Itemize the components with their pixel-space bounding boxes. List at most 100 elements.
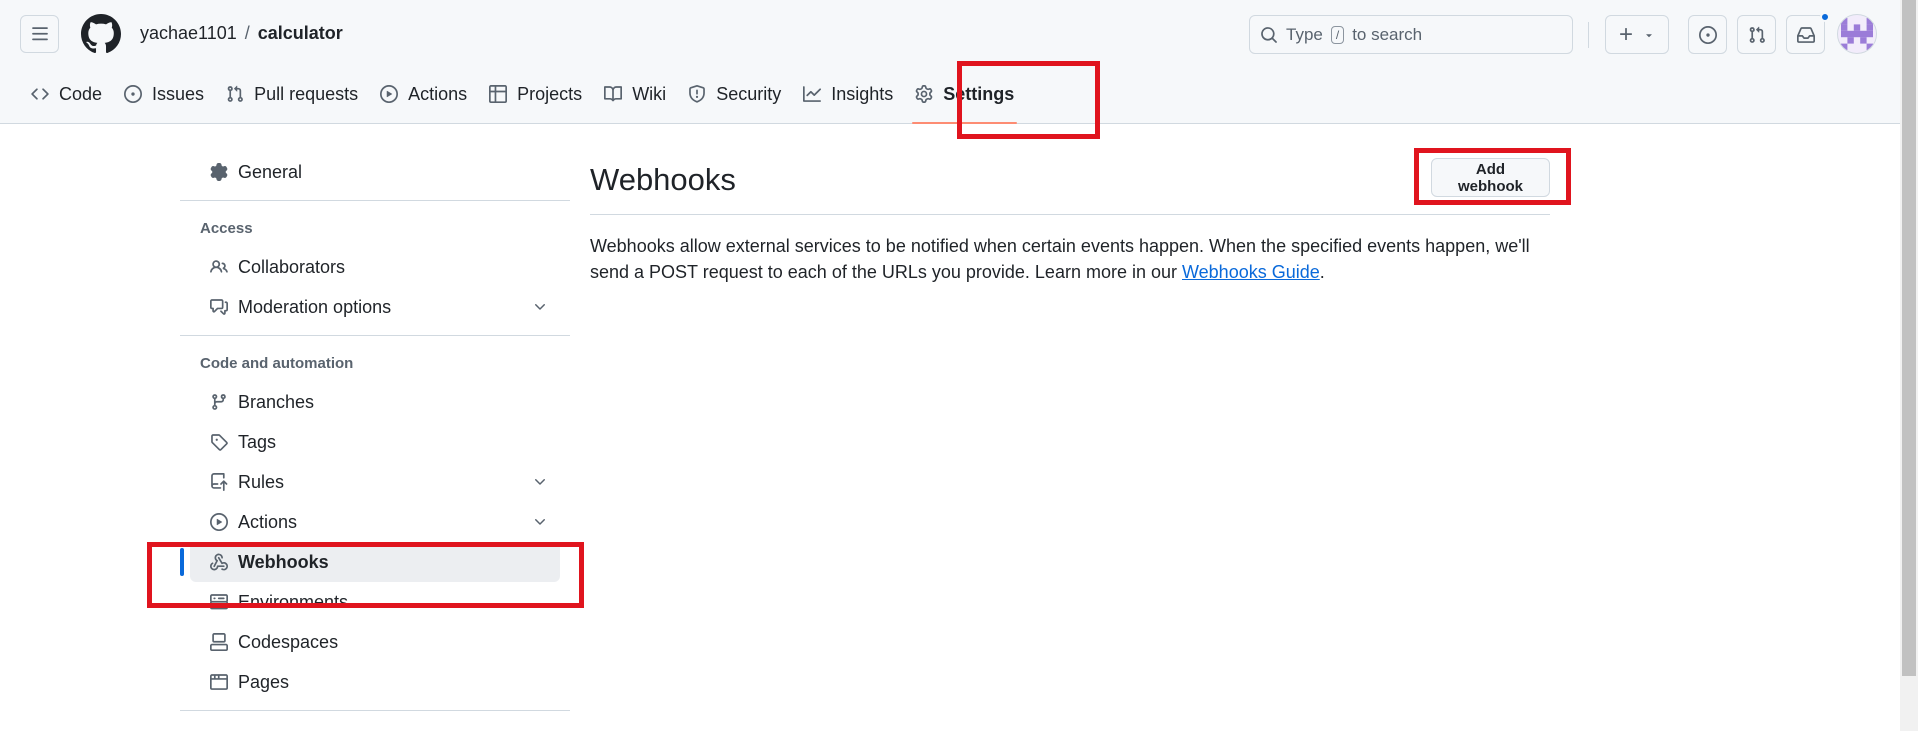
sidebar-divider bbox=[180, 335, 570, 336]
sidebar-item-pages[interactable]: Pages bbox=[190, 662, 560, 702]
sidebar-item-label: Tags bbox=[238, 431, 277, 452]
sidebar-item-label: Branches bbox=[238, 391, 315, 412]
git-branch-icon bbox=[212, 394, 226, 410]
tab-label: Settings bbox=[943, 83, 1015, 104]
sidebar-item-actions[interactable]: Actions bbox=[190, 502, 560, 542]
tab-label: Issues bbox=[152, 83, 205, 104]
settings-sidebar: General Access Collaborators Moderation … bbox=[180, 152, 570, 719]
sidebar-item-general[interactable]: General bbox=[190, 152, 560, 192]
tab-label: Wiki bbox=[632, 83, 667, 104]
tab-security[interactable]: Security bbox=[677, 70, 792, 118]
gear-icon bbox=[915, 85, 933, 103]
description-text: Webhooks allow external services to be n… bbox=[590, 236, 1530, 282]
table-icon bbox=[489, 85, 508, 103]
pull-request-icon bbox=[1749, 26, 1765, 43]
chevron-down-icon bbox=[535, 304, 545, 310]
tab-code[interactable]: Code bbox=[20, 70, 113, 118]
sidebar-item-branches[interactable]: Branches bbox=[190, 382, 560, 422]
issue-icon bbox=[124, 85, 143, 103]
tab-label: Insights bbox=[831, 83, 894, 104]
webhooks-guide-link[interactable]: Webhooks Guide bbox=[1182, 262, 1320, 282]
tag-icon bbox=[211, 434, 228, 451]
repo-tabs: Code Issues Pull requests Actions Projec… bbox=[20, 70, 1025, 124]
server-icon bbox=[210, 594, 228, 610]
tab-insights[interactable]: Insights bbox=[792, 70, 904, 118]
chevron-down-icon bbox=[535, 479, 545, 485]
play-icon bbox=[210, 513, 228, 531]
sidebar-item-label: Rules bbox=[238, 471, 285, 492]
tab-label: Code bbox=[59, 83, 103, 104]
sidebar-item-label: Codespaces bbox=[238, 631, 339, 652]
description-end: . bbox=[1319, 262, 1325, 282]
repo-link[interactable]: calculator bbox=[258, 23, 343, 44]
book-icon bbox=[604, 86, 623, 102]
tab-projects[interactable]: Projects bbox=[478, 70, 593, 118]
sidebar-item-label: Actions bbox=[238, 511, 298, 532]
chevron-down-icon bbox=[535, 519, 545, 525]
menu-button[interactable] bbox=[20, 15, 59, 53]
sidebar-item-collaborators[interactable]: Collaborators bbox=[190, 247, 560, 287]
sidebar-item-label: Pages bbox=[238, 671, 290, 692]
search-prefix: Type bbox=[1286, 24, 1323, 44]
tab-label: Actions bbox=[408, 83, 468, 104]
inbox-button[interactable] bbox=[1786, 15, 1825, 54]
play-icon bbox=[380, 85, 399, 103]
identicon-icon bbox=[1841, 18, 1873, 50]
people-icon bbox=[210, 260, 228, 273]
pull-requests-button[interactable] bbox=[1737, 15, 1776, 54]
sidebar-item-label: Webhooks bbox=[238, 551, 329, 572]
sidebar-divider bbox=[180, 710, 570, 711]
sidebar-item-label: Moderation options bbox=[238, 296, 392, 317]
sidebar-divider bbox=[180, 200, 570, 201]
triangle-down-icon bbox=[1646, 33, 1652, 37]
sidebar-item-label: Environments bbox=[238, 591, 349, 612]
page-title: Webhooks bbox=[590, 162, 736, 197]
codespaces-icon bbox=[210, 633, 228, 651]
issues-button[interactable] bbox=[1688, 15, 1727, 54]
title-divider bbox=[590, 214, 1550, 215]
repo-push-icon bbox=[211, 473, 228, 491]
owner-link[interactable]: yachae1101 bbox=[140, 23, 237, 44]
comment-discussion-icon bbox=[210, 299, 228, 315]
sidebar-item-codespaces[interactable]: Codespaces bbox=[190, 622, 560, 662]
code-icon bbox=[31, 88, 49, 100]
webhooks-description: Webhooks allow external services to be n… bbox=[590, 233, 1550, 285]
graph-icon bbox=[803, 86, 822, 102]
create-new-button[interactable]: + bbox=[1605, 15, 1669, 54]
header-divider bbox=[1588, 22, 1589, 48]
issue-icon bbox=[1698, 25, 1717, 44]
add-webhook-button[interactable]: Add webhook bbox=[1431, 158, 1550, 197]
tab-wiki[interactable]: Wiki bbox=[593, 70, 677, 118]
avatar[interactable] bbox=[1837, 14, 1877, 54]
tab-pull-requests[interactable]: Pull requests bbox=[215, 70, 369, 118]
tab-label: Pull requests bbox=[254, 83, 359, 104]
sidebar-item-moderation[interactable]: Moderation options bbox=[190, 287, 560, 327]
search-shortcut-key: / bbox=[1330, 25, 1345, 44]
breadcrumb: yachae1101 / calculator bbox=[140, 23, 343, 44]
webhook-icon bbox=[210, 553, 228, 571]
search-icon bbox=[1261, 26, 1277, 43]
hamburger-icon bbox=[31, 27, 48, 41]
sidebar-item-webhooks[interactable]: Webhooks bbox=[180, 542, 560, 582]
sidebar-item-label: General bbox=[238, 161, 303, 182]
plus-icon: + bbox=[1618, 20, 1633, 48]
sidebar-heading-access: Access bbox=[200, 219, 253, 237]
gear-icon bbox=[210, 163, 228, 181]
tab-actions[interactable]: Actions bbox=[369, 70, 478, 118]
tab-issues[interactable]: Issues bbox=[113, 70, 215, 118]
search-suffix: to search bbox=[1352, 24, 1423, 44]
github-logo-icon[interactable] bbox=[81, 14, 121, 54]
sidebar-item-tags[interactable]: Tags bbox=[190, 422, 560, 462]
tab-label: Security bbox=[716, 83, 782, 104]
breadcrumb-separator: / bbox=[244, 23, 250, 43]
repo-header: yachae1101 / calculator Type / to search… bbox=[0, 0, 1900, 124]
sidebar-item-environments[interactable]: Environments bbox=[190, 582, 560, 622]
notification-dot bbox=[1820, 12, 1830, 22]
search-input[interactable]: Type / to search bbox=[1249, 15, 1573, 54]
browser-icon bbox=[210, 674, 228, 690]
scrollbar-thumb[interactable] bbox=[1902, 0, 1916, 676]
sidebar-item-rules[interactable]: Rules bbox=[190, 462, 560, 502]
pull-request-icon bbox=[227, 85, 243, 102]
active-indicator bbox=[180, 548, 184, 576]
tab-settings[interactable]: Settings bbox=[904, 70, 1025, 124]
